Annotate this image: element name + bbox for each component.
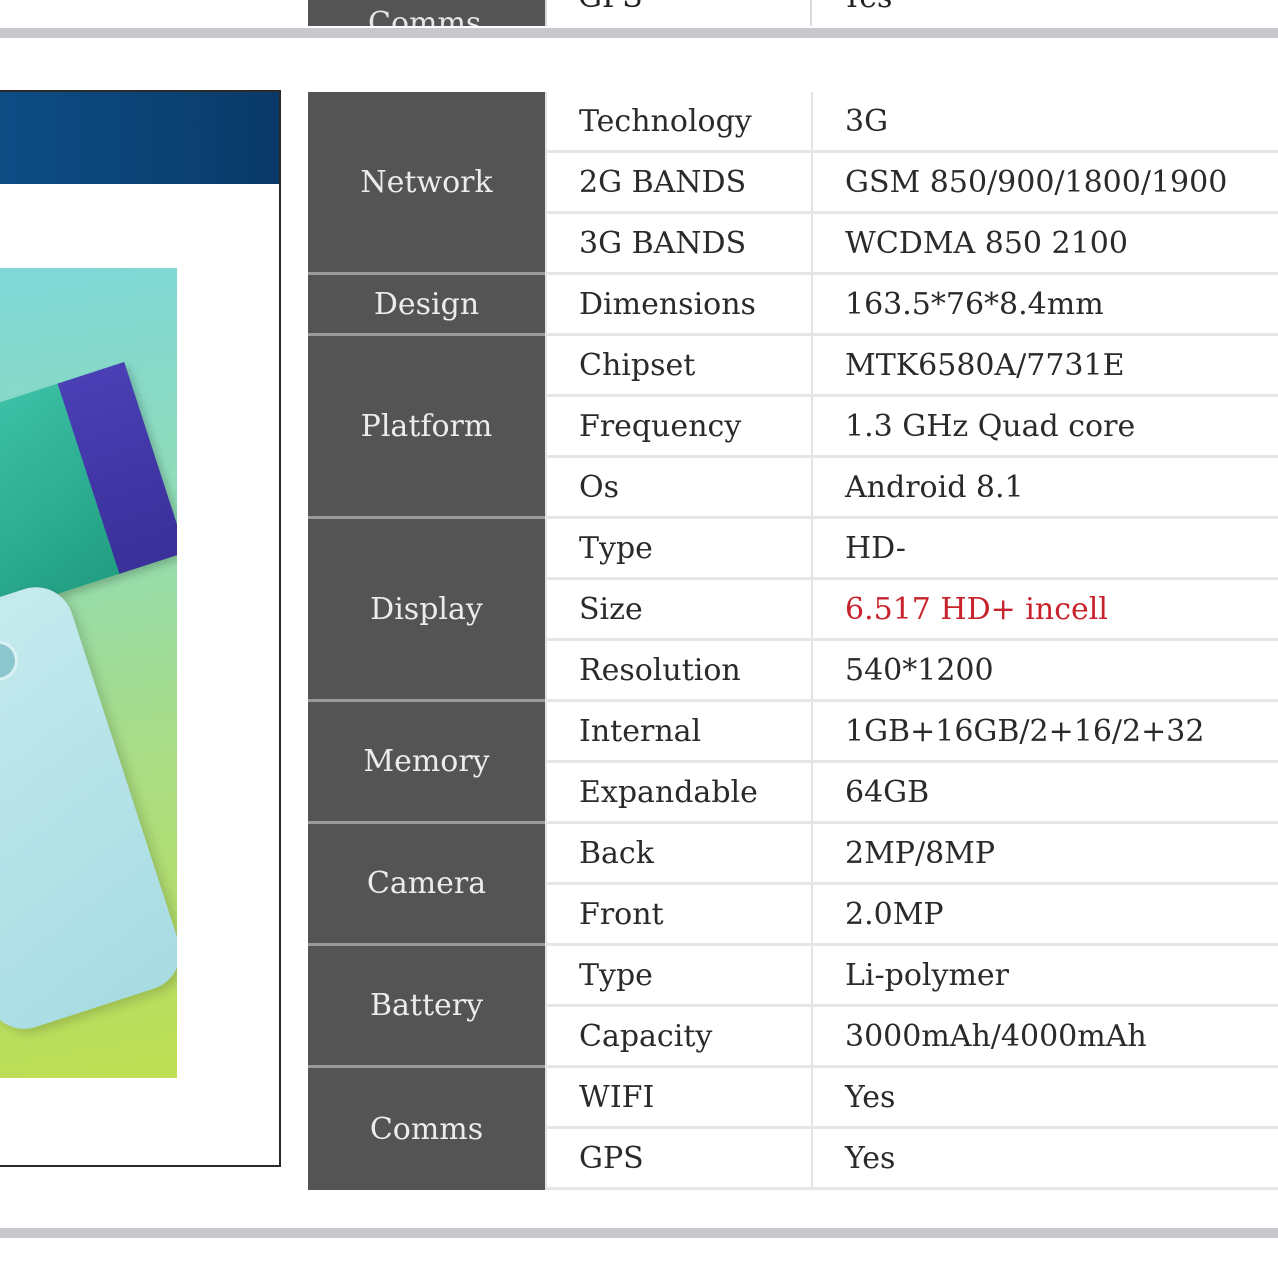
table-row: Camera Back 2MP/8MP [308, 824, 1278, 946]
spec-key: GPS [545, 1129, 811, 1190]
table-row: Memory Internal 1GB+16GB/2+16/2+32 [308, 702, 1278, 824]
spec-value: 3000mAh/4000mAh [811, 1007, 1278, 1068]
section-divider-bottom [0, 1228, 1278, 1238]
spec-value: 6.517 HD+ incell [811, 580, 1278, 641]
spec-value: HD- [811, 519, 1278, 580]
spec-key: Expandable [545, 763, 811, 824]
spec-value: 2.0MP [811, 885, 1278, 946]
spec-key: 3G BANDS [545, 214, 811, 275]
table-row: Platform Chipset MTK6580A/7731E [308, 336, 1278, 519]
spec-value: 163.5*76*8.4mm [811, 275, 1278, 336]
category-cell: Network [308, 92, 545, 275]
spec-key: Front [545, 885, 811, 946]
table-row: Network Technology 3G [308, 92, 1278, 275]
category-cell: Camera [308, 824, 545, 946]
spec-value: 2MP/8MP [811, 824, 1278, 885]
category-cell: Platform [308, 336, 545, 519]
spec-key: Chipset [545, 336, 811, 397]
spec-key: 2G BANDS [545, 153, 811, 214]
spec-value: WCDMA 850 2100 [811, 214, 1278, 275]
spec-key: Internal [545, 702, 811, 763]
spec-key: Os [545, 458, 811, 519]
spec-value: 1GB+16GB/2+16/2+32 [811, 702, 1278, 763]
table-row: Comms WIFI Yes [308, 1068, 1278, 1190]
spec-value: MTK6580A/7731E [811, 336, 1278, 397]
table-row: Display Type HD- [308, 519, 1278, 702]
spec-key: Type [545, 946, 811, 1007]
spec-value: 64GB [811, 763, 1278, 824]
spec-table-wrap: Network Technology 3G 2G BANDS GSM 850/900/1… [0, 0, 1278, 1228]
spec-key: Technology [545, 92, 811, 153]
category-cell: Design [308, 275, 545, 336]
spec-key: Frequency [545, 397, 811, 458]
spec-key: Dimensions [545, 275, 811, 336]
spec-value: Yes [811, 1129, 1278, 1190]
category-cell: Memory [308, 702, 545, 824]
spec-key: Back [545, 824, 811, 885]
spec-key: WIFI [545, 1068, 811, 1129]
spec-key: Size [545, 580, 811, 641]
spec-table: Network Technology 3G 2G BANDS GSM 850/900/1… [308, 92, 1278, 1190]
category-cell: Display [308, 519, 545, 702]
spec-key: Capacity [545, 1007, 811, 1068]
spec-value: Li-polymer [811, 946, 1278, 1007]
table-row: Battery Type Li-polymer [308, 946, 1278, 1068]
table-row: Design Dimensions 163.5*76*8.4mm [308, 275, 1278, 336]
spec-value: Yes [811, 1068, 1278, 1129]
spec-value: 540*1200 [811, 641, 1278, 702]
spec-value: 1.3 GHz Quad core [811, 397, 1278, 458]
spec-value: 3G [811, 92, 1278, 153]
spec-value: GSM 850/900/1800/1900 [811, 153, 1278, 214]
spec-value: Android 8.1 [811, 458, 1278, 519]
category-cell: Comms [308, 1068, 545, 1190]
spec-key: Resolution [545, 641, 811, 702]
spec-key: Type [545, 519, 811, 580]
category-cell: Battery [308, 946, 545, 1068]
